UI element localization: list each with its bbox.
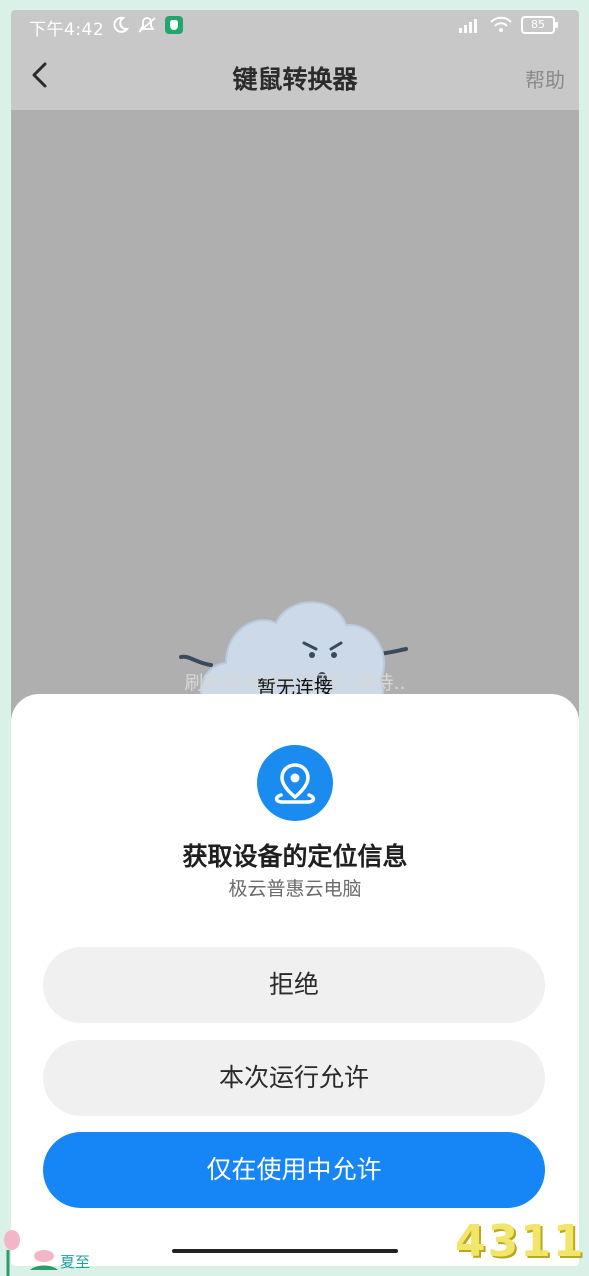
lotus-decoration-icon: [4, 1230, 58, 1276]
permission-sheet: 获取设备的定位信息 极云普惠云电脑 拒绝 本次运行允许 仅在使用中允许: [11, 694, 579, 1266]
signal-icon: [459, 19, 477, 33]
wifi-icon: [490, 16, 512, 32]
requesting-app-name: 极云普惠云电脑: [228, 878, 362, 900]
watermark-badge: 4311: [455, 1216, 586, 1267]
allow-once-button[interactable]: 本次运行允许: [43, 1040, 545, 1116]
muted-bell-icon: [138, 17, 156, 33]
status-icons-right: 85: [455, 16, 558, 34]
season-label: 夏至: [60, 1253, 91, 1271]
status-icons-left: [111, 16, 183, 34]
status-bar: 下午4:42 85: [11, 10, 579, 42]
moon-icon: [113, 16, 129, 33]
security-app-icon: [165, 16, 183, 34]
allow-while-using-button[interactable]: 仅在使用中允许: [43, 1132, 545, 1208]
app-header: 键鼠转换器 帮助: [11, 42, 579, 110]
location-icon: [257, 745, 333, 821]
battery-indicator: 85: [521, 16, 558, 34]
help-link[interactable]: 帮助: [525, 64, 565, 93]
home-indicator[interactable]: [172, 1249, 398, 1253]
deny-button[interactable]: 拒绝: [43, 947, 545, 1023]
permission-title: 获取设备的定位信息: [182, 842, 408, 871]
page-title: 键鼠转换器: [232, 65, 358, 94]
location-pin-icon: [274, 763, 316, 804]
phone-screen: 下午4:42 85 键鼠转换器 帮助 刷新转换器中请耐心等待.. 暂无连接 获取…: [11, 10, 579, 1266]
status-time: 下午4:42: [29, 20, 105, 40]
